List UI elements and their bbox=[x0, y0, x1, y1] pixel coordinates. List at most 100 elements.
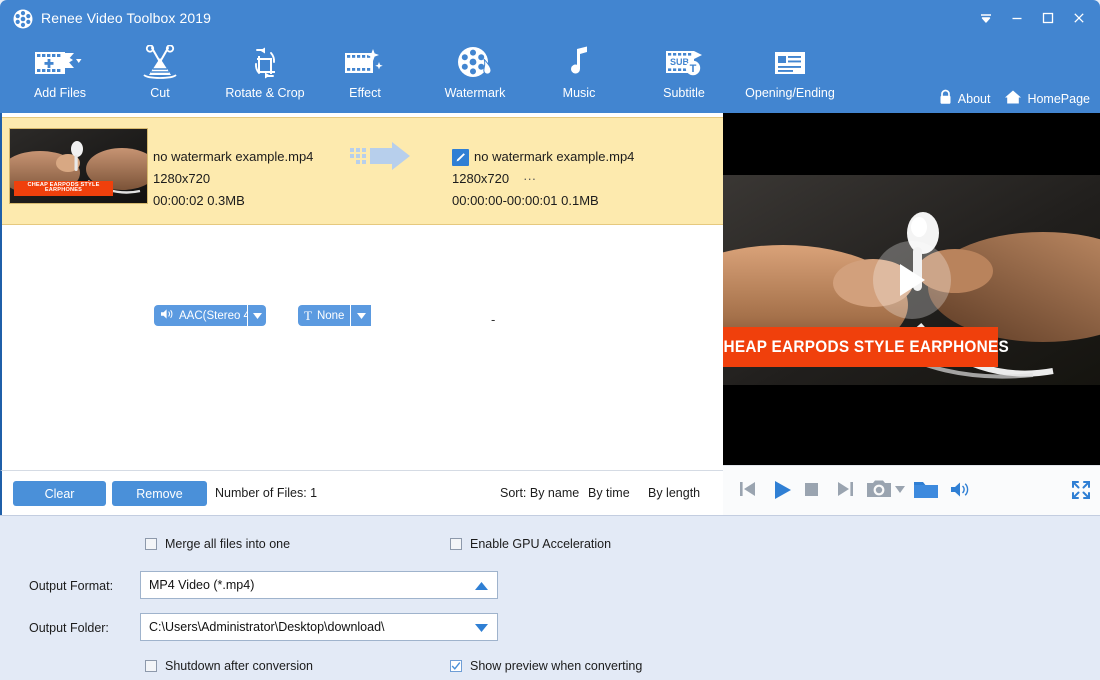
homepage-link[interactable]: HomePage bbox=[1004, 89, 1090, 108]
play-triangle-icon bbox=[895, 262, 929, 298]
toolbar-item-music[interactable]: Music bbox=[540, 37, 618, 109]
toolbar-item-add-files[interactable]: Add Files bbox=[10, 37, 110, 109]
toolbar-item-cut[interactable]: Cut bbox=[120, 37, 200, 109]
rotate-crop-icon bbox=[245, 37, 285, 85]
title-and-toolbar-band: Renee Video Toolbox 2019 bbox=[0, 0, 1100, 113]
collapse-button[interactable] bbox=[970, 4, 1001, 32]
output-duration-size: 00:00:00-00:00:01 0.1MB bbox=[452, 190, 634, 212]
toolbar-item-subtitle[interactable]: SUB T Subtitle bbox=[640, 37, 728, 109]
merge-files-label: Merge all files into one bbox=[165, 537, 290, 551]
gpu-acceleration-checkbox-row[interactable]: Enable GPU Acceleration bbox=[450, 537, 611, 551]
next-button[interactable] bbox=[836, 479, 856, 499]
row-extra-value: - bbox=[491, 312, 495, 327]
number-of-files-label: Number of Files: 1 bbox=[215, 486, 317, 500]
maximize-button[interactable] bbox=[1032, 4, 1063, 32]
caret-up-icon[interactable] bbox=[475, 572, 488, 600]
shutdown-checkbox[interactable] bbox=[145, 660, 157, 672]
volume-button[interactable] bbox=[950, 481, 970, 498]
output-format-value: MP4 Video (*.mp4) bbox=[149, 578, 254, 592]
output-more-button[interactable]: ··· bbox=[523, 168, 536, 190]
fullscreen-button[interactable] bbox=[1071, 480, 1091, 500]
toolbar-item-opening-ending[interactable]: Opening/Ending bbox=[725, 37, 855, 109]
output-format-select[interactable]: MP4 Video (*.mp4) bbox=[140, 571, 498, 599]
output-file-info: no watermark example.mp4 1280x720 ··· 00… bbox=[452, 146, 634, 212]
play-icon bbox=[771, 479, 793, 501]
file-list-panel: CHEAP EARPODS STYLE EARPHONES no waterma… bbox=[0, 113, 723, 470]
toolbar-item-watermark[interactable]: Watermark bbox=[425, 37, 525, 109]
player-controls bbox=[723, 465, 1100, 516]
close-button[interactable] bbox=[1063, 4, 1094, 32]
opening-ending-icon bbox=[772, 37, 808, 85]
clear-button[interactable]: Clear bbox=[13, 481, 106, 506]
toolbar-label: Music bbox=[563, 86, 596, 100]
toolbar-label: Watermark bbox=[445, 86, 506, 100]
stop-button[interactable] bbox=[805, 483, 818, 496]
scissors-icon bbox=[140, 37, 180, 85]
play-button[interactable] bbox=[771, 479, 793, 501]
shutdown-label: Shutdown after conversion bbox=[165, 659, 313, 673]
open-folder-button[interactable] bbox=[913, 478, 939, 500]
minimize-button[interactable] bbox=[1001, 4, 1032, 32]
about-label: About bbox=[958, 92, 991, 106]
audio-track-dropdown-arrow[interactable] bbox=[247, 305, 266, 326]
toolbar-label: Cut bbox=[150, 86, 169, 100]
source-resolution: 1280x720 bbox=[153, 168, 313, 190]
audio-track-label: AAC(Stereo 4 bbox=[179, 310, 247, 322]
snapshot-button[interactable] bbox=[866, 478, 892, 500]
stop-icon bbox=[805, 483, 818, 496]
skip-next-icon bbox=[836, 479, 856, 499]
gpu-acceleration-checkbox[interactable] bbox=[450, 538, 462, 550]
show-preview-checkbox[interactable] bbox=[450, 660, 462, 672]
toolbar-item-effect[interactable]: Effect bbox=[325, 37, 405, 109]
output-resolution: 1280x720 bbox=[452, 168, 509, 190]
toolbar-right-links: About HomePage bbox=[938, 89, 1090, 108]
music-note-icon bbox=[563, 37, 595, 85]
sort-by-time-option[interactable]: By time bbox=[588, 486, 630, 500]
caret-down-icon bbox=[895, 486, 905, 493]
output-filename: no watermark example.mp4 bbox=[474, 146, 634, 168]
remove-button[interactable]: Remove bbox=[112, 481, 207, 506]
subtitle-track-label: None bbox=[317, 310, 345, 322]
toolbar-label: Add Files bbox=[34, 86, 86, 100]
watermark-droplet-icon bbox=[455, 37, 495, 85]
text-t-icon: T bbox=[304, 308, 312, 324]
skip-previous-icon bbox=[737, 479, 757, 499]
edit-pencil-icon[interactable] bbox=[452, 149, 469, 166]
toolbar-label: Effect bbox=[349, 86, 381, 100]
toolbar-item-rotate-crop[interactable]: Rotate & Crop bbox=[205, 37, 325, 109]
homepage-label: HomePage bbox=[1027, 92, 1090, 106]
sort-by-length-option[interactable]: By length bbox=[648, 486, 700, 500]
source-file-info: no watermark example.mp4 1280x720 00:00:… bbox=[153, 146, 313, 212]
title-bar: Renee Video Toolbox 2019 bbox=[0, 0, 1100, 37]
toolbar-label: Subtitle bbox=[663, 86, 705, 100]
output-folder-value: C:\Users\Administrator\Desktop\download\ bbox=[149, 620, 385, 634]
output-folder-select[interactable]: C:\Users\Administrator\Desktop\download\ bbox=[140, 613, 498, 641]
add-film-icon bbox=[33, 37, 87, 85]
play-overlay-button[interactable] bbox=[873, 241, 951, 319]
folder-icon bbox=[913, 478, 939, 500]
previous-button[interactable] bbox=[737, 479, 757, 499]
audio-track-selector[interactable]: AAC(Stereo 4 bbox=[154, 305, 266, 326]
file-list-toolbar: Clear Remove Number of Files: 1 Sort: By… bbox=[0, 470, 723, 515]
window-controls bbox=[970, 4, 1094, 32]
video-frame: CHEAP EARPODS STYLE EARPHONES bbox=[723, 175, 1100, 385]
snapshot-dropdown[interactable] bbox=[895, 486, 905, 493]
sort-by-name-option[interactable]: Sort: By name bbox=[500, 486, 579, 500]
toolbar-label: Rotate & Crop bbox=[225, 86, 304, 100]
subtitle-track-dropdown-arrow[interactable] bbox=[350, 305, 371, 326]
thumbnail-caption: CHEAP EARPODS STYLE EARPHONES bbox=[14, 181, 113, 196]
about-link[interactable]: About bbox=[938, 89, 991, 108]
main-toolbar: Add Files Cut bbox=[0, 37, 1100, 113]
video-preview[interactable]: CHEAP EARPODS STYLE EARPHONES bbox=[723, 113, 1100, 465]
home-icon bbox=[1004, 89, 1022, 108]
speaker-icon bbox=[950, 481, 970, 498]
merge-files-checkbox-row[interactable]: Merge all files into one bbox=[145, 537, 290, 551]
merge-files-checkbox[interactable] bbox=[145, 538, 157, 550]
shutdown-checkbox-row[interactable]: Shutdown after conversion bbox=[145, 659, 313, 673]
caret-down-icon[interactable] bbox=[475, 614, 488, 642]
subtitle-track-selector[interactable]: T None bbox=[298, 305, 410, 326]
camera-icon bbox=[866, 478, 892, 500]
output-settings-panel: Merge all files into one Enable GPU Acce… bbox=[0, 515, 1100, 680]
output-folder-label: Output Folder: bbox=[29, 621, 109, 635]
show-preview-checkbox-row[interactable]: Show preview when converting bbox=[450, 659, 642, 673]
